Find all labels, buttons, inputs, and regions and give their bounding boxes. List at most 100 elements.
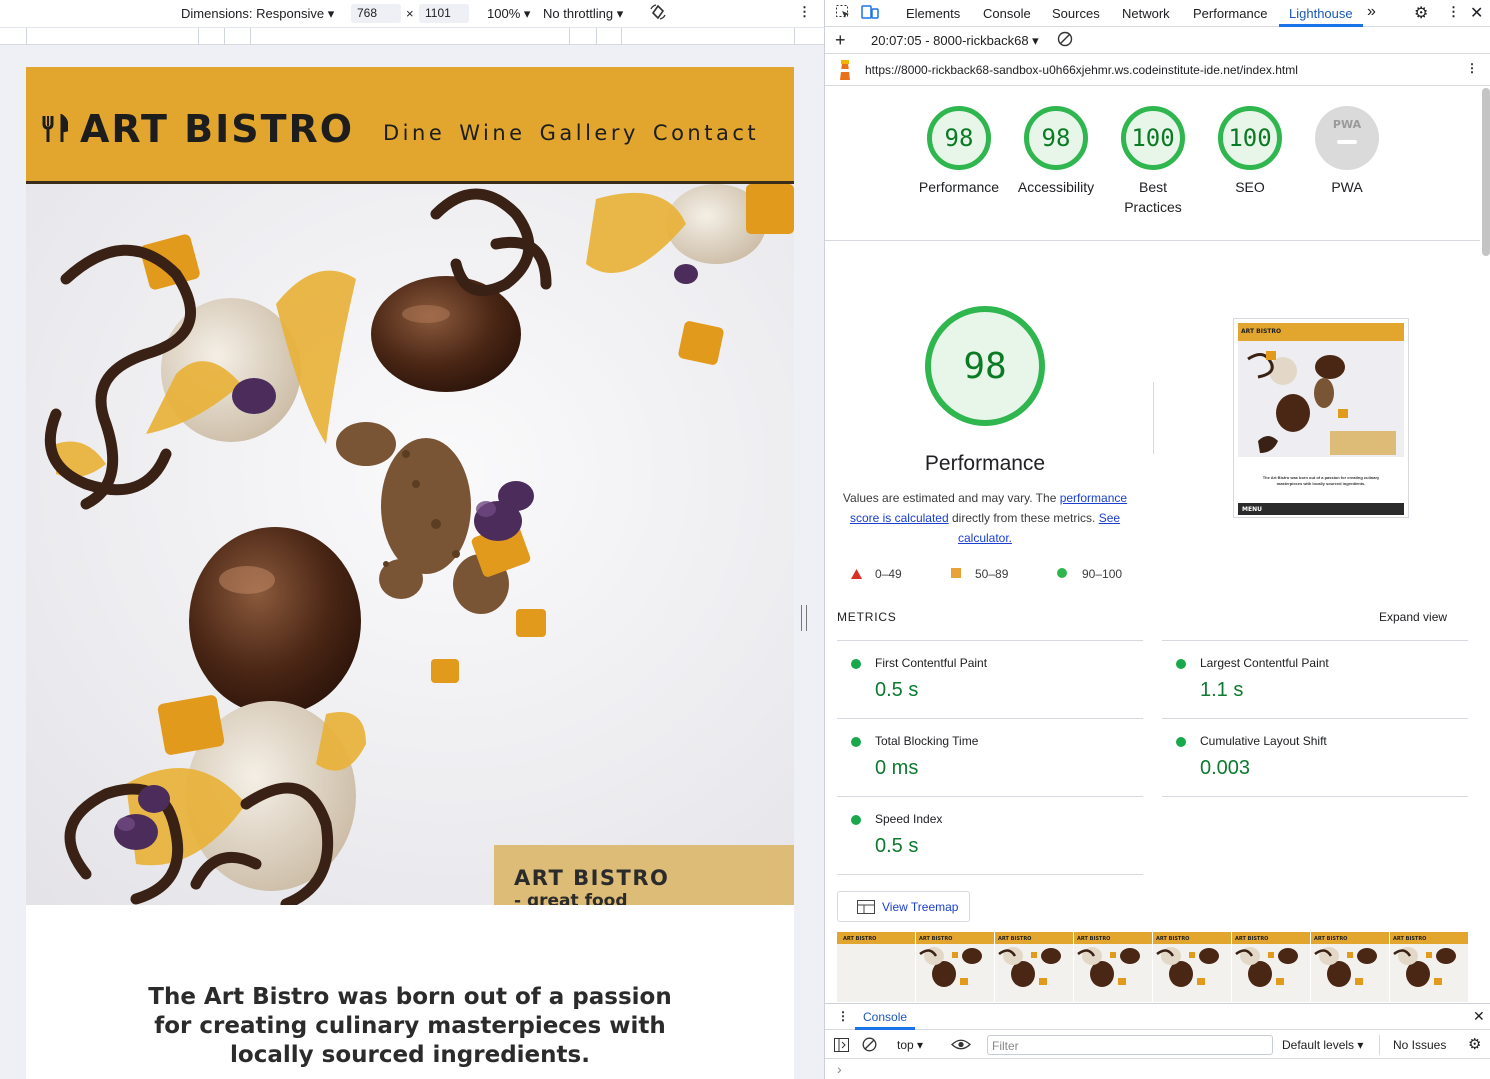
metric-si-name: Speed Index [875, 812, 943, 826]
metric-tbt: Total Blocking Time 0 ms [837, 718, 1143, 796]
metric-lcp: Largest Contentful Paint 1.1 s [1162, 640, 1468, 718]
tab-elements[interactable]: Elements [906, 6, 960, 21]
tab-sources[interactable]: Sources [1052, 6, 1100, 21]
view-treemap-label: View Treemap [882, 900, 959, 914]
report-selector[interactable]: 20:07:05 - 8000-rickback68 ▾ [871, 33, 1039, 49]
nav-gallery[interactable]: Gallery [540, 121, 639, 145]
zoom-dropdown[interactable]: 100% ▾ [487, 6, 530, 22]
new-report-icon[interactable]: + [835, 30, 846, 51]
score-legend: 0–49 50–89 90–100 [851, 566, 1141, 582]
more-options-icon[interactable]: ⋮ [798, 4, 811, 20]
device-toolbar: Dimensions: Responsive ▾ 768 × 1101 100%… [0, 0, 824, 27]
metric-cls: Cumulative Layout Shift 0.003 [1162, 718, 1468, 796]
pwa-dash [1337, 140, 1357, 144]
desc-middle: directly from these metrics. [948, 511, 1099, 525]
clear-console-icon[interactable] [862, 1037, 877, 1055]
tab-console[interactable]: Console [983, 6, 1031, 21]
gauge-seo-label: SEO [1235, 179, 1265, 195]
filmstrip-logo: ART BISTRO [1153, 932, 1231, 944]
hero-caption-box: ART BISTRO - great food In the heart of … [494, 845, 794, 905]
width-input[interactable]: 768 [351, 4, 401, 23]
metric-si-value: 0.5 s [875, 835, 919, 857]
final-screenshot[interactable]: ART BISTRO The Art Bistro was born out o… [1233, 318, 1409, 518]
desc-prefix: Values are estimated and may vary. The [842, 491, 1060, 505]
gauge-best-practices-score: 100 [1121, 106, 1185, 170]
gauge-performance-score: 98 [927, 106, 991, 170]
nav-dine[interactable]: Dine [383, 121, 445, 145]
metric-pass-icon [851, 737, 861, 747]
log-levels-label: Default levels [1282, 1038, 1355, 1052]
report-scrollbar[interactable] [1482, 88, 1490, 256]
filmstrip-logo: ART BISTRO [995, 932, 1073, 944]
close-devtools-icon[interactable]: ✕ [1470, 3, 1483, 23]
screenshot-intro: The Art Bistro was born out of a passion… [1262, 475, 1380, 486]
devtools-tabbar: Elements Console Sources Network Perform… [825, 0, 1490, 27]
site-nav: Dine Wine Gallery Contact [383, 121, 759, 145]
zoom-label: 100% [487, 6, 521, 21]
gauge-accessibility[interactable]: 98 Accessibility [1006, 106, 1106, 197]
divider [837, 874, 1143, 875]
live-expression-eye-icon[interactable] [951, 1038, 971, 1054]
view-treemap-button[interactable]: View Treemap [837, 891, 970, 922]
close-drawer-icon[interactable]: ✕ [1473, 1008, 1485, 1025]
drawer-menu-icon[interactable]: ⋮ [837, 1009, 849, 1023]
screenshot-hero [1238, 341, 1404, 457]
filmstrip-logo: ART BISTRO [837, 932, 915, 944]
divider [825, 240, 1480, 241]
filmstrip-logo: ART BISTRO [1390, 932, 1468, 944]
gauge-performance[interactable]: 98 Performance [909, 106, 1009, 197]
gauge-accessibility-label: Accessibility [1017, 179, 1095, 195]
screenshot-menu-label: MENU [1242, 506, 1262, 513]
clear-reports-icon[interactable] [1057, 31, 1073, 50]
nav-contact[interactable]: Contact [653, 121, 759, 145]
filter-placeholder: Filter [992, 1039, 1019, 1053]
filmstrip-frame: ART BISTRO [916, 932, 994, 1002]
lighthouse-toolbar: + 20:07:05 - 8000-rickback68 ▾ [825, 27, 1490, 54]
times-sign: × [406, 6, 414, 21]
devtools-panel: Elements Console Sources Network Perform… [824, 0, 1490, 1079]
report-url[interactable]: https://8000-rickback68-sandbox-u0h66xje… [865, 63, 1298, 77]
report-menu-icon[interactable]: ⋮ [1466, 61, 1478, 75]
expand-view-button[interactable]: Expand view [1379, 610, 1447, 624]
inspect-element-icon[interactable] [835, 4, 851, 23]
divider [1379, 1035, 1380, 1055]
filmstrip-frame: ART BISTRO [1153, 932, 1231, 1002]
hero-caption-subtitle: - great food In the heart of Stockholm [514, 891, 628, 905]
filmstrip-frame: ART BISTRO [1311, 932, 1389, 1002]
height-input[interactable]: 1101 [419, 4, 469, 23]
screenshot-header: ART BISTRO [1238, 323, 1404, 341]
rotate-icon[interactable] [649, 3, 667, 24]
context-dropdown[interactable]: top ▾ [897, 1038, 923, 1052]
devtools-menu-icon[interactable]: ⋮ [1447, 4, 1460, 20]
gauge-pwa[interactable]: PWA PWA [1297, 106, 1397, 197]
legend-average-range: 50–89 [975, 567, 1009, 581]
dimensions-dropdown[interactable]: Dimensions: Responsive ▾ [181, 6, 334, 22]
settings-gear-icon[interactable]: ⚙ [1414, 3, 1428, 23]
metric-si: Speed Index 0.5 s [837, 796, 1143, 874]
gauge-best-practices[interactable]: 100 Best Practices [1103, 106, 1203, 217]
console-toolbar: top ▾ Filter Default levels ▾ No Issues … [825, 1031, 1490, 1059]
more-tabs-icon[interactable]: » [1367, 3, 1376, 21]
log-levels-dropdown[interactable]: Default levels ▾ [1282, 1038, 1363, 1052]
issues-counter[interactable]: No Issues [1393, 1038, 1446, 1052]
nav-wine[interactable]: Wine [459, 121, 525, 145]
site-logo[interactable]: ART BISTRO [80, 107, 354, 151]
legend-pass-icon [1057, 568, 1067, 578]
console-tab[interactable]: Console [863, 1010, 907, 1024]
tab-performance[interactable]: Performance [1193, 6, 1267, 21]
tab-network[interactable]: Network [1122, 6, 1170, 21]
metric-cls-name: Cumulative Layout Shift [1200, 734, 1327, 748]
filmstrip-logo: ART BISTRO [1074, 932, 1152, 944]
console-settings-gear-icon[interactable]: ⚙ [1468, 1035, 1481, 1053]
fork-knife-icon [42, 113, 69, 149]
device-toggle-icon[interactable] [861, 4, 879, 23]
tab-lighthouse[interactable]: Lighthouse [1289, 6, 1353, 21]
console-filter-input[interactable]: Filter [987, 1035, 1273, 1055]
main-performance-gauge: 98 [925, 306, 1045, 426]
sidebar-toggle-icon[interactable] [834, 1038, 849, 1055]
resize-handle[interactable] [801, 605, 807, 631]
throttling-dropdown[interactable]: No throttling ▾ [543, 6, 623, 22]
metric-pass-icon [1176, 659, 1186, 669]
console-prompt-icon[interactable]: › [837, 1061, 842, 1077]
gauge-seo[interactable]: 100 SEO [1200, 106, 1300, 197]
